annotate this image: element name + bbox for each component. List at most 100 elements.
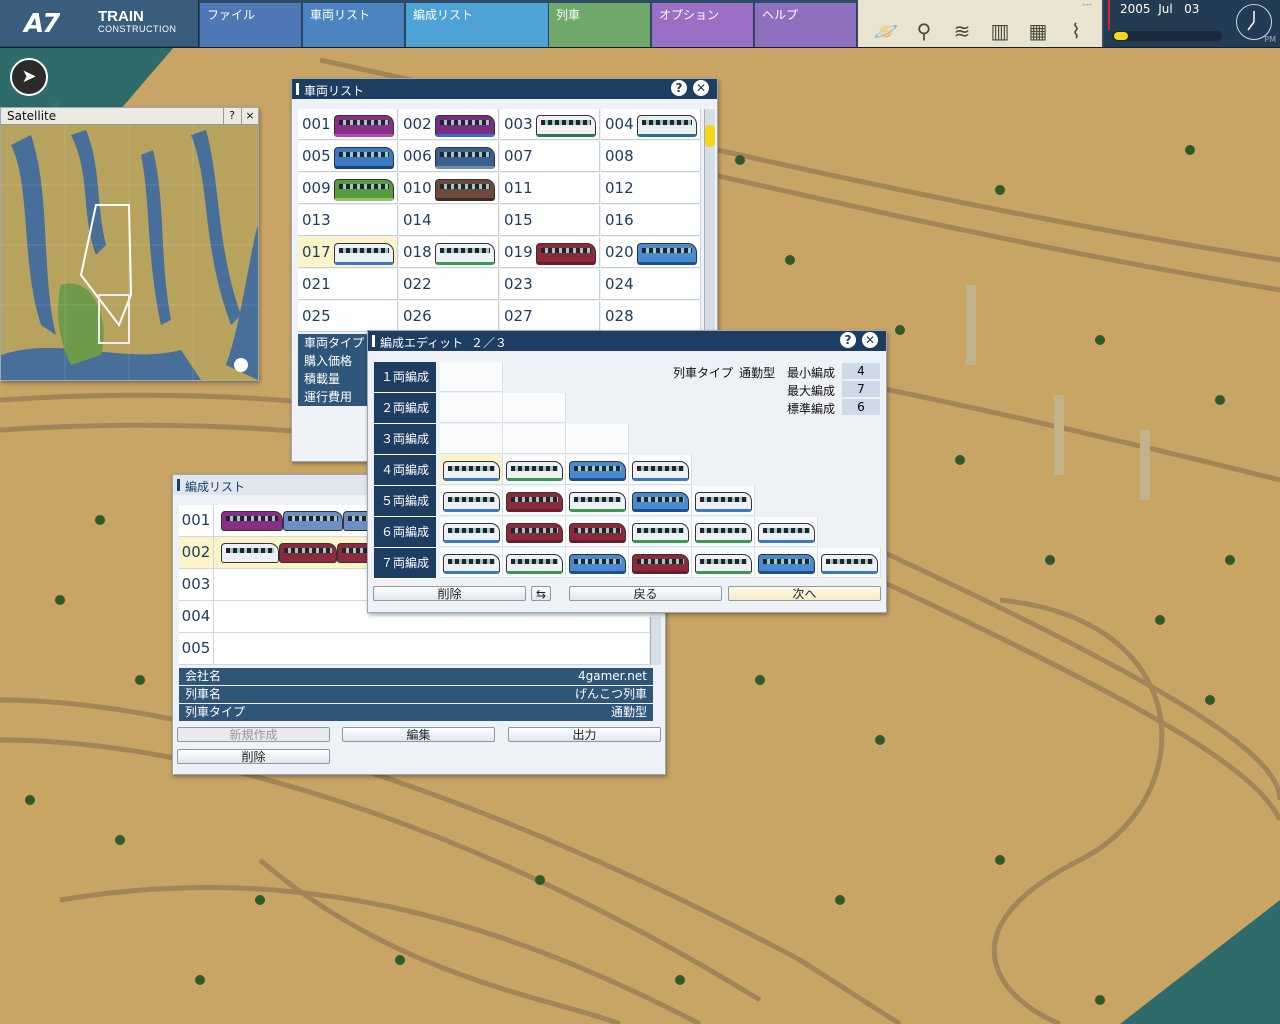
formation-slot[interactable] [503,393,566,423]
formation-slot[interactable] [440,424,503,454]
formation-slot[interactable] [692,486,755,516]
formation-car-sprite [758,554,815,574]
vehicle-cell[interactable]: 008 [601,141,701,172]
vehicle-list-scrollbar[interactable] [704,109,715,333]
formation-slot[interactable] [440,548,503,578]
menu-train[interactable]: 列車 [549,3,651,47]
formation-slot[interactable] [755,517,818,547]
speed-slider[interactable] [1112,31,1222,41]
vehicle-cell[interactable]: 007 [500,141,600,172]
speed-slider-knob[interactable] [1114,32,1128,40]
formation-slot[interactable] [692,548,755,578]
new-formation-button[interactable]: 新規作成 [177,727,330,742]
formation-slot[interactable] [440,362,503,392]
vehicle-cell[interactable]: 025 [298,301,398,332]
vehicle-cell[interactable]: 018 [399,237,499,268]
vehicle-sprite [637,243,697,265]
formation-slot[interactable] [566,486,629,516]
formation-edit-close-button[interactable]: ✕ [862,332,878,348]
formation-slot[interactable] [566,455,629,485]
vehicle-cell[interactable]: 011 [500,173,600,204]
prop-train-name: 列車名 げんこつ列車 [179,686,653,703]
vehicle-cell[interactable]: 010 [399,173,499,204]
satellite-close-button[interactable]: × [241,108,258,124]
formation-row-number: 002 [179,537,214,568]
menu-file[interactable]: ファイル [200,3,302,47]
delete-formation-button[interactable]: 削除 [177,749,330,764]
back-button[interactable]: 戻る [569,586,722,601]
vehicle-cell[interactable]: 005 [298,141,398,172]
vehicle-cell[interactable]: 027 [500,301,600,332]
vehicle-cell[interactable]: 009 [298,173,398,204]
vehicle-list-help-button[interactable]: ? [671,80,687,96]
satellite-help-button[interactable]: ? [223,108,240,124]
buildings-icon[interactable]: ▥ [986,17,1014,45]
vehicle-cell[interactable]: 015 [500,205,600,236]
swap-icon[interactable]: ⇆ [531,586,551,601]
vehicle-cell[interactable]: 017 [298,237,398,268]
formation-slot[interactable] [440,455,503,485]
output-formation-button[interactable]: 出力 [508,727,661,742]
formation-edit-help-button[interactable]: ? [840,332,856,348]
menu-vehicle-list[interactable]: 車両リスト [303,3,405,47]
formation-car-sprite [443,554,500,574]
vehicle-cell[interactable]: 024 [601,269,701,300]
vehicle-cell[interactable]: 014 [399,205,499,236]
formation-slot[interactable] [440,393,503,423]
formation-slot[interactable] [629,548,692,578]
vehicle-cell[interactable]: 003 [500,109,600,140]
vehicle-cell[interactable]: 004 [601,109,701,140]
formation-slot[interactable] [755,548,818,578]
formation-slot[interactable] [503,424,566,454]
vehicle-list-scroll-thumb[interactable] [705,125,715,147]
vehicle-cell[interactable]: 016 [601,205,701,236]
next-button[interactable]: 次へ [728,586,881,601]
menu-formation-list[interactable]: 編成リスト [406,3,549,47]
formation-slot[interactable] [566,548,629,578]
vehicle-cell[interactable]: 001 [298,109,398,140]
vehicle-cell[interactable]: 021 [298,269,398,300]
formation-slot[interactable] [503,455,566,485]
menu-options[interactable]: オプション [652,3,754,47]
formation-slot[interactable] [566,517,629,547]
vehicle-cell[interactable]: 022 [399,269,499,300]
date-year: 2005 [1120,2,1151,16]
formation-slot[interactable] [503,517,566,547]
formation-slot[interactable] [440,517,503,547]
formation-row-005[interactable]: 005 [179,633,649,665]
formation-row-number: 005 [179,633,214,664]
formation-slot[interactable] [503,548,566,578]
formation-slot[interactable] [629,455,692,485]
vehicle-cell[interactable]: 012 [601,173,701,204]
formation-slot[interactable] [629,486,692,516]
vehicle-list-close-button[interactable]: ✕ [693,80,709,96]
compass-icon[interactable]: ➤ [10,58,48,96]
formation-slot[interactable] [692,517,755,547]
vehicle-cell[interactable]: 019 [500,237,600,268]
vehicle-cell[interactable]: 006 [399,141,499,172]
layers-icon[interactable]: ≋ [948,17,976,45]
formation-list-scrollbar[interactable] [650,617,661,665]
vehicle-cell[interactable]: 028 [601,301,701,332]
formation-slot[interactable] [440,486,503,516]
formation-slot[interactable] [629,517,692,547]
menu-help[interactable]: ヘルプ [755,3,857,47]
edit-formation-button[interactable]: 編集 [342,727,495,742]
formation-car-sprite [506,492,563,512]
vehicle-cell[interactable]: 020 [601,237,701,268]
rail-icon[interactable]: ⌇ [1062,17,1090,45]
satellite-minimap[interactable] [1,125,258,380]
vehicle-cell[interactable]: 002 [399,109,499,140]
formation-slot[interactable] [503,486,566,516]
formation-slot[interactable] [818,548,881,578]
vehicle-cell[interactable]: 013 [298,205,398,236]
formation-edit-delete-button[interactable]: 削除 [373,586,526,601]
formation-slot[interactable] [566,424,629,454]
vehicle-cell[interactable]: 026 [399,301,499,332]
vehicle-cell[interactable]: 023 [500,269,600,300]
planet-icon[interactable]: 🪐 [872,17,900,45]
formation-length-label: ３両編成 [374,424,436,455]
magnifier-icon[interactable]: ⚲ [910,17,938,45]
grid-icon[interactable]: ▦ [1024,17,1052,45]
formation-car-sprite [632,492,689,512]
